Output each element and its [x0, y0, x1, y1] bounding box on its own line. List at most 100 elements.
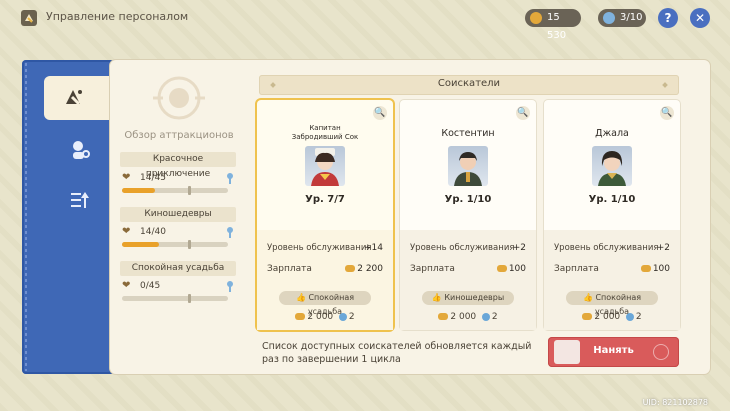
coin-icon	[582, 313, 593, 320]
attraction-name: Спокойная усадьба	[120, 261, 236, 276]
coin-icon	[345, 265, 356, 272]
zoom-icon[interactable]: 🔍	[373, 106, 387, 120]
promotion-list-icon	[71, 192, 89, 208]
salary-amount: 100	[508, 264, 526, 274]
applicant-portrait	[305, 146, 345, 186]
attractions-summary: Обзор аттракционов Красочное приключение…	[118, 66, 240, 366]
applicant-portrait	[448, 146, 488, 186]
service-level-label: Уровень обслуживания	[267, 243, 372, 253]
currency-pill: 15 530	[525, 9, 581, 41]
heart-icon: ❤	[122, 172, 131, 183]
gem-icon	[338, 312, 347, 321]
salary-label: Зарплата	[410, 264, 455, 274]
attraction-name: Красочное приключение	[120, 152, 236, 179]
salary-label: Зарплата	[554, 264, 599, 274]
attraction-progress-bar	[122, 294, 228, 303]
panel-stripe	[25, 63, 27, 371]
applicant-name: Костентин	[441, 128, 495, 139]
service-level-value: +14	[364, 243, 383, 253]
progress-fill	[122, 242, 160, 247]
info-pin-icon	[227, 281, 233, 292]
hire-button[interactable]: Нанять	[548, 337, 679, 367]
applicant-portrait	[592, 146, 632, 186]
uid-label: UID: 821102878	[642, 398, 708, 407]
summary-title: Обзор аттракционов	[124, 130, 234, 141]
attraction-count: 0/45	[140, 281, 161, 291]
ornament-icon	[653, 344, 669, 360]
tab-staff-management[interactable]	[44, 76, 110, 120]
close-button[interactable]: ✕	[690, 8, 710, 28]
captain-portrait-icon	[311, 148, 339, 186]
cost-coins: 2 000	[594, 312, 621, 322]
progress-fill	[122, 188, 155, 193]
zoom-icon[interactable]: 🔍	[660, 106, 674, 120]
hire-cost: 2 000 2	[544, 312, 680, 322]
heart-icon: ❤	[122, 280, 131, 291]
attraction-progress-bar	[122, 186, 228, 195]
applicant-level: Ур. 7/7	[305, 194, 345, 205]
attraction-count: 14/40	[140, 227, 166, 237]
card-top: 🔍 Капитан Забродивший Сок Ур. 7/7	[257, 100, 393, 230]
applicant-level: Ур. 1/10	[588, 194, 636, 205]
zoom-icon[interactable]: 🔍	[516, 106, 530, 120]
applicants-title: Соискатели	[437, 78, 501, 89]
progress-marker	[188, 186, 191, 195]
hire-cost: 2 000 2	[400, 312, 536, 322]
info-pin-icon	[227, 227, 233, 238]
applicant-level: Ур. 1/10	[444, 194, 492, 205]
staff-icon	[603, 12, 615, 24]
applicant-name: Джала	[595, 128, 629, 139]
attraction-count: 14/45	[140, 173, 166, 183]
staff-management-icon	[66, 90, 82, 106]
applicant-card[interactable]: 🔍 Костентин Ур. 1/10 Уровень обслуживани…	[400, 100, 536, 330]
applicant-card[interactable]: 🔍 Джала Ур. 1/10 Уровень обслуживания +2…	[544, 100, 680, 330]
salary-label: Зарплата	[267, 264, 312, 274]
staff-management-icon	[21, 10, 37, 26]
currency-value: 15 530	[547, 12, 567, 41]
cost-gems: 2	[491, 312, 498, 322]
cost-gems: 2	[348, 312, 355, 322]
kostentin-portrait-icon	[454, 152, 482, 186]
progress-marker	[188, 294, 191, 303]
refresh-note: Список доступных соискателей обновляется…	[262, 341, 532, 365]
page-title: Управление персоналом	[46, 10, 189, 23]
service-level-label: Уровень обслуживания	[410, 243, 515, 253]
coin-icon	[438, 313, 449, 320]
help-button[interactable]: ?	[658, 8, 678, 28]
hire-cost: 2 000 2	[257, 312, 393, 322]
service-level-label: Уровень обслуживания	[554, 243, 659, 253]
tab-staff-profiles[interactable]	[50, 128, 108, 172]
staff-profiles-icon	[73, 141, 90, 159]
attraction-tag: 👍 Спокойная усадьба	[279, 291, 371, 316]
tab-promotion-list[interactable]	[50, 178, 108, 222]
applicant-name-line2: Забродивший Сок	[291, 133, 359, 141]
gem-icon	[625, 312, 634, 321]
coin-icon	[295, 313, 306, 320]
salary-amount: 2 200	[357, 264, 383, 274]
attraction-tag: 👍 Киношедевры	[422, 291, 514, 305]
attraction-stats: ❤ 14/40	[122, 226, 236, 240]
coin-icon	[530, 12, 542, 24]
salary-value: 100	[496, 264, 526, 274]
attraction-progress-bar	[122, 240, 228, 249]
attraction-tag: 👍 Спокойная усадьба	[566, 291, 658, 316]
applicant-name-line1: Капитан	[309, 124, 341, 132]
coin-icon	[496, 265, 507, 272]
applicant-card[interactable]: 🔍 Капитан Забродивший Сок Ур. 7/7 Уровен…	[257, 100, 393, 330]
service-level-value: +2	[656, 243, 670, 253]
service-level-value: +2	[512, 243, 526, 253]
jala-portrait-icon	[598, 151, 626, 186]
card-top: 🔍 Костентин Ур. 1/10	[400, 100, 536, 230]
cost-gems: 2	[635, 312, 642, 322]
coin-icon	[640, 265, 651, 272]
attraction-stats: ❤ 0/45	[122, 280, 236, 294]
applicants-header: Соискатели	[259, 75, 679, 95]
attraction-stats: ❤ 14/45	[122, 172, 236, 186]
info-pin-icon	[227, 173, 233, 184]
cost-coins: 2 000	[450, 312, 477, 322]
cost-coins: 2 000	[307, 312, 334, 322]
progress-marker	[188, 240, 191, 249]
staff-count: 3/10	[620, 12, 643, 23]
top-bar: Управление персоналом 15 530 3/10 ? ✕	[0, 0, 730, 41]
staff-count-pill: 3/10	[598, 9, 646, 27]
